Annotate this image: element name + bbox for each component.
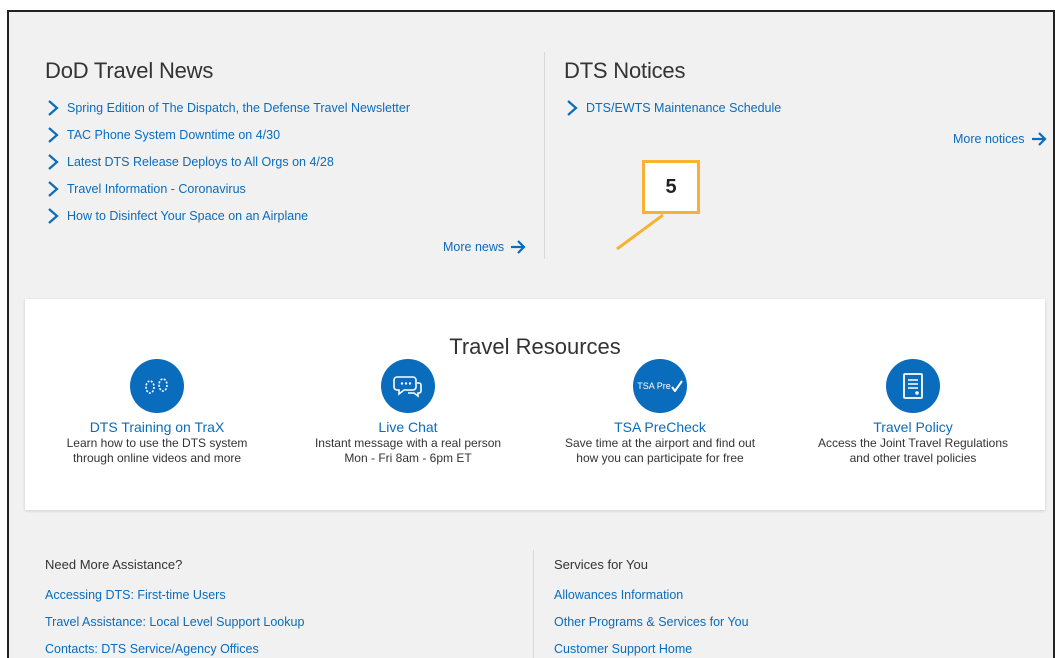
resource-desc: Save time at the airport and find out <box>564 436 756 450</box>
section-divider <box>533 550 534 658</box>
callout-number-badge: 5 <box>642 160 700 214</box>
resource-desc: Access the Joint Travel Regulations <box>817 436 1009 450</box>
section-divider <box>544 52 545 259</box>
chevron-right-icon <box>48 126 59 143</box>
dts-notices-section: DTS Notices DTS/EWTS Maintenance Schedul… <box>564 58 1053 121</box>
assistance-title: Need More Assistance? <box>45 557 183 572</box>
footprints-icon[interactable] <box>130 359 184 413</box>
chevron-right-icon <box>48 207 59 224</box>
news-link[interactable]: How to Disinfect Your Space on an Airpla… <box>67 209 308 223</box>
arrow-right-icon <box>1031 132 1047 146</box>
resource-tsa-precheck[interactable]: TSA Pre TSA PreCheck Save time at the ai… <box>535 359 785 466</box>
policy-document-icon[interactable] <box>886 359 940 413</box>
page-frame: DoD Travel News Spring Edition of The Di… <box>7 10 1055 658</box>
chevron-right-icon <box>567 99 578 116</box>
assistance-links: Accessing DTS: First-time Users Travel A… <box>45 586 525 658</box>
news-link[interactable]: TAC Phone System Downtime on 4/30 <box>67 128 280 142</box>
resource-desc: Mon - Fri 8am - 6pm ET <box>344 451 472 465</box>
list-item[interactable]: How to Disinfect Your Space on an Airpla… <box>45 202 545 229</box>
resource-live-chat[interactable]: Live Chat Instant message with a real pe… <box>283 359 533 466</box>
travel-resources-panel: Travel Resources DTS Training on TraX Le… <box>25 299 1045 510</box>
chat-bubbles-icon[interactable] <box>381 359 435 413</box>
more-notices-label: More notices <box>953 132 1025 146</box>
checkmark-icon <box>670 380 683 392</box>
services-section: Services for You Allowances Information … <box>554 557 1034 658</box>
travel-news-section: DoD Travel News Spring Edition of The Di… <box>45 58 545 229</box>
list-item[interactable]: Spring Edition of The Dispatch, the Defe… <box>45 94 545 121</box>
more-notices-link[interactable]: More notices <box>953 132 1047 146</box>
assistance-link[interactable]: Accessing DTS: First-time Users <box>45 588 226 602</box>
news-link[interactable]: Spring Edition of The Dispatch, the Defe… <box>67 101 410 115</box>
notice-link[interactable]: DTS/EWTS Maintenance Schedule <box>586 101 781 115</box>
news-link[interactable]: Latest DTS Release Deploys to All Orgs o… <box>67 155 334 169</box>
chevron-right-icon <box>48 153 59 170</box>
more-news-link[interactable]: More news <box>443 240 526 254</box>
more-news-label: More news <box>443 240 505 254</box>
list-item[interactable]: Accessing DTS: First-time Users <box>45 586 525 613</box>
resource-title[interactable]: Travel Policy <box>788 419 1038 436</box>
resource-desc: how you can participate for free <box>576 451 744 465</box>
tsa-icon-text: TSA Pre <box>637 381 671 391</box>
travel-news-list: Spring Edition of The Dispatch, the Defe… <box>45 94 545 229</box>
assistance-section: Need More Assistance? Accessing DTS: Fir… <box>45 557 525 658</box>
resource-dts-training[interactable]: DTS Training on TraX Learn how to use th… <box>32 359 282 466</box>
services-link[interactable]: Other Programs & Services for You <box>554 615 749 629</box>
list-item[interactable]: Travel Information - Coronavirus <box>45 175 545 202</box>
assistance-link[interactable]: Travel Assistance: Local Level Support L… <box>45 615 304 629</box>
news-link[interactable]: Travel Information - Coronavirus <box>67 182 246 196</box>
callout-pointer-line <box>616 213 664 251</box>
list-item[interactable]: Allowances Information <box>554 586 1034 613</box>
resource-title[interactable]: DTS Training on TraX <box>32 419 282 436</box>
resource-desc: through online videos and more <box>72 451 242 465</box>
resource-desc: and other travel policies <box>849 451 977 465</box>
list-item[interactable]: Latest DTS Release Deploys to All Orgs o… <box>45 148 545 175</box>
list-item[interactable]: TAC Phone System Downtime on 4/30 <box>45 121 545 148</box>
dts-notices-list: DTS/EWTS Maintenance Schedule <box>564 94 1053 121</box>
resource-desc: Learn how to use the DTS system <box>66 436 248 450</box>
list-item[interactable]: Customer Support Home <box>554 640 1034 658</box>
resource-title[interactable]: Live Chat <box>283 419 533 436</box>
services-link[interactable]: Allowances Information <box>554 588 683 602</box>
chevron-right-icon <box>48 180 59 197</box>
chevron-right-icon <box>48 99 59 116</box>
list-item[interactable]: Travel Assistance: Local Level Support L… <box>45 613 525 640</box>
services-title: Services for You <box>554 557 648 572</box>
travel-resources-title: Travel Resources <box>449 334 621 359</box>
assistance-link[interactable]: Contacts: DTS Service/Agency Offices <box>45 642 259 656</box>
list-item[interactable]: Contacts: DTS Service/Agency Offices <box>45 640 525 658</box>
services-links: Allowances Information Other Programs & … <box>554 586 1034 658</box>
resource-travel-policy[interactable]: Travel Policy Access the Joint Travel Re… <box>788 359 1038 466</box>
dts-notices-title: DTS Notices <box>564 58 686 83</box>
arrow-right-icon <box>511 240 526 254</box>
list-item[interactable]: DTS/EWTS Maintenance Schedule <box>564 94 1053 121</box>
resource-title[interactable]: TSA PreCheck <box>535 419 785 436</box>
travel-news-title: DoD Travel News <box>45 58 214 83</box>
resource-desc: Instant message with a real person <box>314 436 502 450</box>
tsa-precheck-icon[interactable]: TSA Pre <box>633 359 687 413</box>
list-item[interactable]: Other Programs & Services for You <box>554 613 1034 640</box>
services-link[interactable]: Customer Support Home <box>554 642 692 656</box>
